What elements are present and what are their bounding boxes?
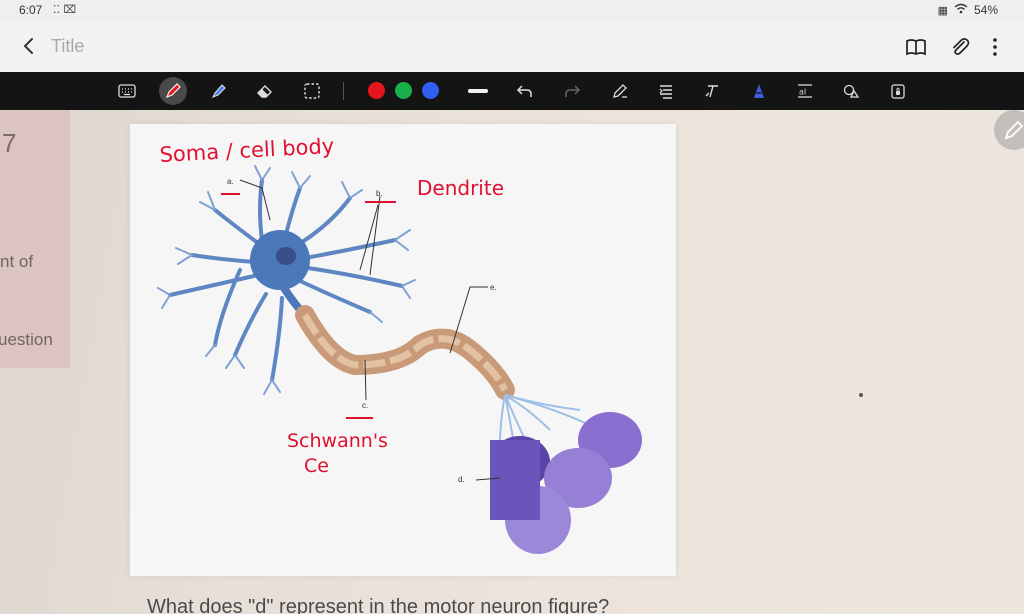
highlighter-tool[interactable] bbox=[207, 79, 231, 103]
ai-assist-button[interactable] bbox=[747, 79, 771, 103]
eraser-tool[interactable] bbox=[253, 79, 277, 103]
undo-button[interactable] bbox=[513, 79, 537, 103]
book-view-button[interactable] bbox=[904, 35, 928, 59]
back-button[interactable] bbox=[18, 34, 42, 58]
eraser-icon bbox=[257, 85, 272, 98]
notification-icons: ⁚⁚ ⌧ bbox=[53, 3, 77, 16]
more-vertical-icon bbox=[993, 38, 997, 56]
pen-settings-button[interactable] bbox=[608, 79, 632, 103]
text-align-button[interactable] bbox=[654, 79, 678, 103]
keyboard-icon bbox=[118, 84, 136, 98]
text-recognition-icon: aI bbox=[798, 84, 812, 98]
shapes-icon bbox=[843, 84, 860, 98]
text-align-icon bbox=[659, 85, 672, 99]
color-green[interactable] bbox=[395, 82, 412, 99]
annotation-dendrite: Dendrite bbox=[417, 176, 504, 200]
text-tool-icon bbox=[705, 85, 718, 98]
lasso-select-icon bbox=[304, 83, 320, 99]
figure-label-e: e. bbox=[490, 283, 497, 292]
lock-button[interactable] bbox=[886, 79, 910, 103]
question-text: What does "d" represent in the motor neu… bbox=[147, 596, 610, 614]
wifi-icon bbox=[954, 3, 968, 17]
drawing-toolbar: aI bbox=[0, 72, 1024, 110]
figure-label-d: d. bbox=[458, 475, 465, 484]
color-red[interactable] bbox=[368, 82, 385, 99]
battery-percent: 54% bbox=[973, 3, 998, 17]
pen-icon bbox=[1004, 120, 1024, 140]
note-title[interactable]: Title bbox=[51, 36, 84, 57]
lock-icon bbox=[891, 84, 905, 99]
pen-edit-icon bbox=[613, 84, 627, 98]
text-recognition-button[interactable]: aI bbox=[793, 79, 817, 103]
lasso-select-tool[interactable] bbox=[300, 79, 324, 103]
nucleus bbox=[276, 247, 296, 265]
note-canvas[interactable]: 7 nt of uestion a. b. c. d. e. Soma / ce… bbox=[0, 110, 1024, 614]
status-right: ▦ 54% bbox=[938, 3, 998, 17]
more-options-button[interactable] bbox=[983, 35, 1007, 59]
book-icon bbox=[906, 39, 926, 56]
status-time: 6:07 bbox=[19, 3, 43, 17]
svg-text:aI: aI bbox=[799, 88, 806, 97]
pen-tool[interactable] bbox=[159, 77, 187, 105]
attach-button[interactable] bbox=[948, 35, 972, 59]
paperclip-icon bbox=[953, 38, 970, 55]
highlighter-icon bbox=[211, 84, 226, 99]
annotation-schwann: Schwann's bbox=[287, 430, 388, 452]
figure-label-b: b. bbox=[376, 189, 383, 198]
shapes-button[interactable] bbox=[839, 79, 863, 103]
figure-label-c: c. bbox=[362, 401, 368, 410]
text-tool[interactable] bbox=[700, 79, 724, 103]
color-blue[interactable] bbox=[422, 82, 439, 99]
toolbar-divider bbox=[343, 82, 344, 100]
annotation-ce: Ce bbox=[304, 455, 329, 477]
floating-pen-button[interactable] bbox=[994, 110, 1024, 150]
battery-saver-icon: ▦ bbox=[937, 4, 948, 17]
stroke-width-icon bbox=[468, 89, 488, 93]
redo-icon bbox=[565, 85, 581, 97]
keyboard-tool[interactable] bbox=[115, 79, 139, 103]
speck bbox=[859, 393, 863, 397]
ai-icon bbox=[754, 84, 764, 98]
figure-label-a: a. bbox=[227, 177, 234, 186]
undo-icon bbox=[516, 85, 532, 97]
redo-button[interactable] bbox=[560, 79, 584, 103]
annotation-soma: Soma / cell body bbox=[159, 134, 335, 167]
pen-icon bbox=[165, 83, 181, 99]
chevron-left-icon bbox=[23, 38, 33, 54]
status-bar: 6:07 ⁚⁚ ⌧ ▦ 54% bbox=[0, 0, 1024, 22]
title-bar: Title bbox=[0, 22, 1024, 72]
stroke-width-tool[interactable] bbox=[466, 79, 490, 103]
motor-neuron-figure: a. b. c. d. e. Soma / cell body Dendrite… bbox=[157, 134, 642, 554]
